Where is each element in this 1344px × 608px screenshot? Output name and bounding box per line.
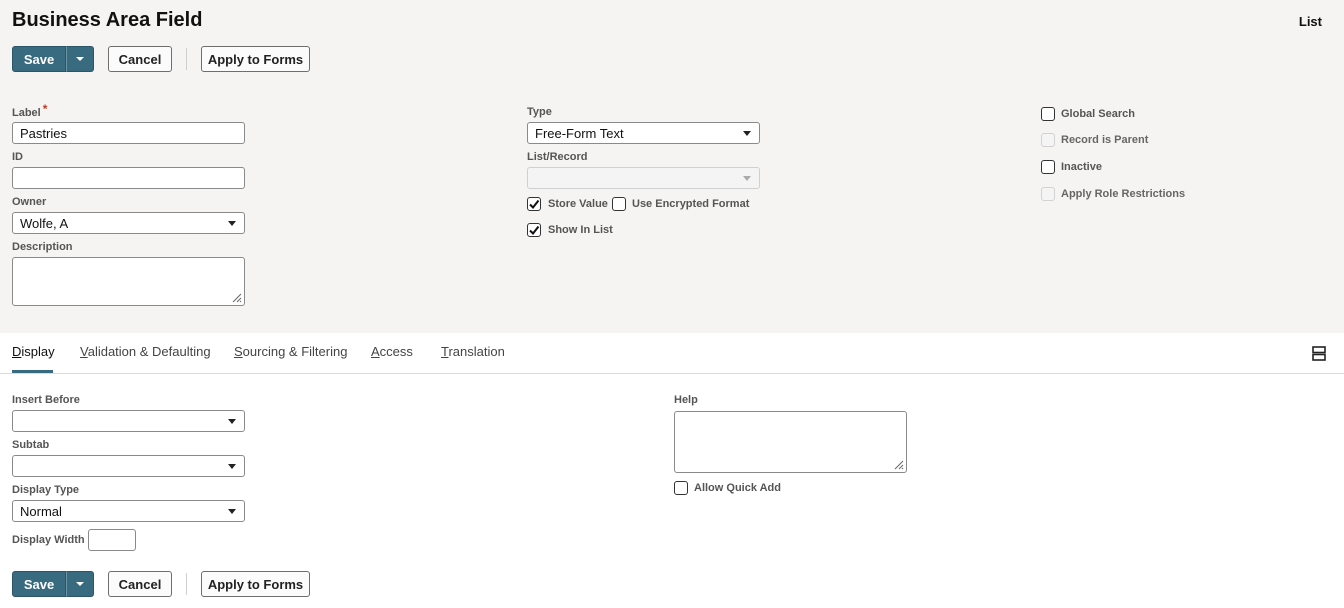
checkmark-icon bbox=[529, 225, 540, 236]
display-type-select[interactable]: Normal bbox=[12, 500, 245, 522]
description-field-label: Description bbox=[12, 241, 73, 253]
top-toolbar: Save Cancel Apply to Forms bbox=[12, 46, 310, 72]
subtab-label: Subtab bbox=[12, 439, 50, 451]
tab-translation[interactable]: Translation bbox=[441, 344, 505, 359]
cancel-button[interactable]: Cancel bbox=[108, 571, 172, 597]
description-textarea[interactable] bbox=[12, 257, 245, 306]
help-label: Help bbox=[674, 394, 698, 406]
global-search-label: Global Search bbox=[1061, 108, 1135, 120]
owner-select[interactable]: Wolfe, A bbox=[12, 212, 245, 234]
chevron-down-icon bbox=[228, 464, 236, 469]
subtab-select[interactable] bbox=[12, 455, 245, 477]
chevron-down-icon bbox=[228, 221, 236, 226]
inactive-label: Inactive bbox=[1061, 161, 1102, 173]
save-button[interactable]: Save bbox=[12, 46, 66, 72]
owner-value: Wolfe, A bbox=[20, 216, 69, 231]
record-is-parent-label: Record is Parent bbox=[1061, 134, 1149, 146]
apply-to-forms-button[interactable]: Apply to Forms bbox=[201, 571, 310, 597]
allow-quick-add-checkbox[interactable] bbox=[674, 481, 688, 495]
bottom-toolbar: Save Cancel Apply to Forms bbox=[12, 571, 310, 597]
chevron-down-icon bbox=[76, 57, 84, 61]
chevron-down-icon bbox=[228, 419, 236, 424]
show-in-list-checkbox[interactable] bbox=[527, 223, 541, 237]
type-field-label: Type bbox=[527, 106, 552, 118]
subtab-bar: Display Validation & Defaulting Sourcing… bbox=[0, 333, 1344, 374]
id-field-label: ID bbox=[12, 151, 23, 163]
store-value-label: Store Value bbox=[548, 198, 608, 210]
checkmark-icon bbox=[529, 199, 540, 210]
type-select[interactable]: Free-Form Text bbox=[527, 122, 760, 144]
tab-access[interactable]: Access bbox=[371, 344, 413, 359]
global-search-checkbox[interactable] bbox=[1041, 107, 1055, 121]
save-options-button[interactable] bbox=[66, 46, 94, 72]
toolbar-divider bbox=[186, 573, 187, 595]
id-input[interactable] bbox=[12, 167, 245, 189]
required-marker: * bbox=[42, 102, 48, 116]
resize-grip-icon[interactable] bbox=[892, 458, 904, 470]
chevron-down-icon bbox=[743, 176, 751, 181]
encrypted-format-label: Use Encrypted Format bbox=[632, 198, 750, 210]
list-link[interactable]: List bbox=[1299, 14, 1322, 29]
insert-before-select[interactable] bbox=[12, 410, 245, 432]
encrypted-format-checkbox[interactable] bbox=[612, 197, 626, 211]
chevron-down-icon bbox=[228, 509, 236, 514]
layout-toggle-icon[interactable] bbox=[1312, 346, 1326, 361]
allow-quick-add-label: Allow Quick Add bbox=[694, 482, 781, 494]
help-textarea[interactable] bbox=[674, 411, 907, 473]
display-type-label: Display Type bbox=[12, 484, 80, 496]
label-field-label: Label * bbox=[12, 102, 48, 119]
chevron-down-icon bbox=[743, 131, 751, 136]
type-value: Free-Form Text bbox=[535, 126, 624, 141]
tab-sourcing-filtering[interactable]: Sourcing & Filtering bbox=[234, 344, 347, 359]
page-header: Business Area Field List Save Cancel App… bbox=[0, 0, 1344, 86]
display-width-label: Display Width bbox=[12, 534, 85, 546]
chevron-down-icon bbox=[76, 582, 84, 586]
apply-to-forms-button[interactable]: Apply to Forms bbox=[201, 46, 310, 72]
list-record-select bbox=[527, 167, 760, 189]
active-tab-indicator bbox=[12, 370, 53, 373]
owner-field-label: Owner bbox=[12, 196, 47, 208]
label-input[interactable]: Pastries bbox=[12, 122, 245, 144]
cancel-button[interactable]: Cancel bbox=[108, 46, 172, 72]
tab-display[interactable]: Display bbox=[12, 344, 55, 359]
show-in-list-label: Show In List bbox=[548, 224, 613, 236]
toolbar-divider bbox=[186, 48, 187, 70]
list-record-field-label: List/Record bbox=[527, 151, 588, 163]
record-is-parent-checkbox bbox=[1041, 133, 1055, 147]
display-width-input[interactable] bbox=[88, 529, 136, 551]
inactive-checkbox[interactable] bbox=[1041, 160, 1055, 174]
apply-role-restrictions-checkbox bbox=[1041, 187, 1055, 201]
store-value-checkbox[interactable] bbox=[527, 197, 541, 211]
resize-grip-icon[interactable] bbox=[230, 291, 242, 303]
tab-validation-defaulting[interactable]: Validation & Defaulting bbox=[80, 344, 211, 359]
insert-before-label: Insert Before bbox=[12, 394, 80, 406]
display-type-value: Normal bbox=[20, 504, 62, 519]
page-title: Business Area Field bbox=[12, 9, 203, 31]
save-button[interactable]: Save bbox=[12, 571, 66, 597]
main-form: Label * Pastries ID Owner Wolfe, A Descri… bbox=[0, 86, 1344, 333]
save-options-button[interactable] bbox=[66, 571, 94, 597]
apply-role-restrictions-label: Apply Role Restrictions bbox=[1061, 188, 1186, 200]
